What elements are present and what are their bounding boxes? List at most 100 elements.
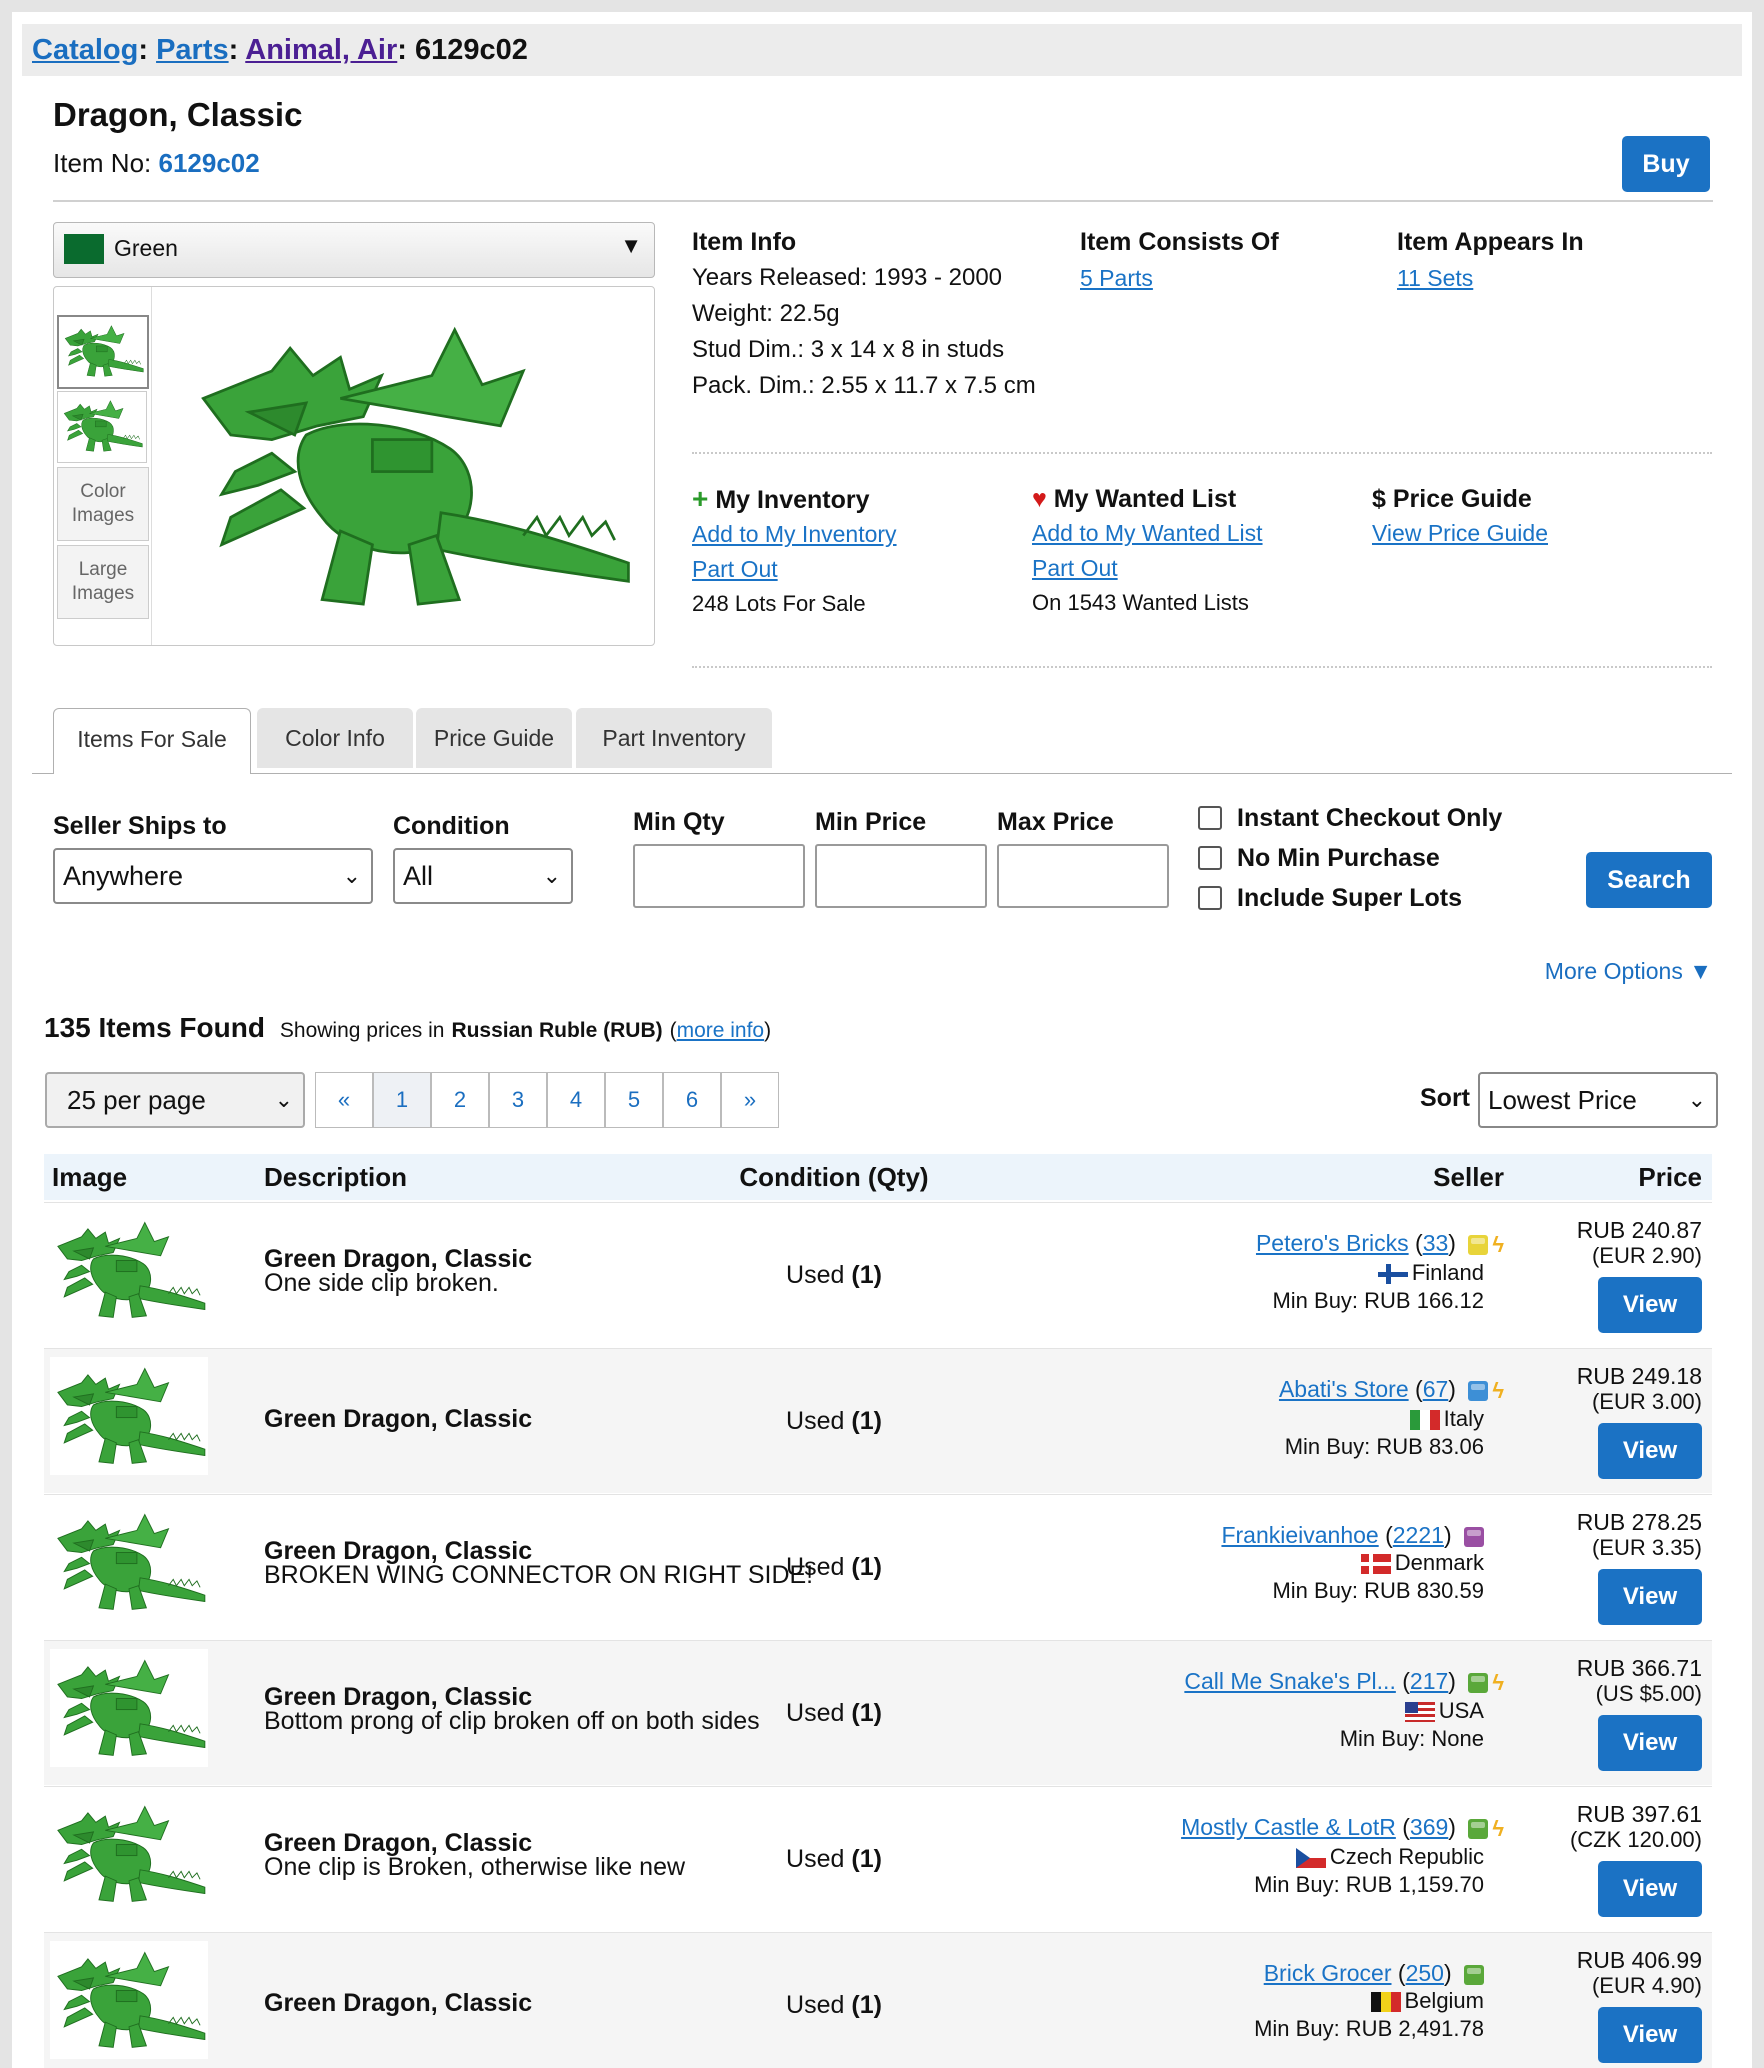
add-to-inventory-link[interactable]: Add to My Inventory (692, 521, 897, 547)
row-item-image[interactable] (50, 1357, 208, 1475)
seller-name-link[interactable]: Abati's Store (1279, 1376, 1409, 1402)
tab-price-guide[interactable]: Price Guide (416, 708, 572, 768)
title-divider (53, 200, 1713, 202)
seller-feedback-link[interactable]: 369 (1410, 1814, 1448, 1840)
view-button[interactable]: View (1598, 1715, 1702, 1771)
page: Catalog: Parts: Animal, Air: 6129c02 Dra… (12, 12, 1752, 2068)
sort-select[interactable]: Lowest Price ⌄ (1478, 1072, 1718, 1128)
breadcrumb-parts-link[interactable]: Parts (156, 34, 229, 66)
row-description: Green Dragon, Classic Bottom prong of cl… (264, 1685, 760, 1734)
dollar-icon: $ (1372, 485, 1386, 513)
seller-feedback-link[interactable]: 250 (1406, 1960, 1444, 1986)
appears-link[interactable]: 11 Sets (1397, 265, 1473, 291)
store-cube-icon (1464, 1526, 1484, 1547)
per-page-select[interactable]: 25 per page ⌄ (45, 1072, 305, 1128)
seller-feedback-link[interactable]: 33 (1423, 1230, 1449, 1256)
row-price: RUB 366.71 (US $5.00) (1577, 1655, 1702, 1707)
seller-name-link[interactable]: Petero's Bricks (1256, 1230, 1409, 1256)
row-price-rub: RUB 406.99 (1576, 1947, 1702, 1973)
ships-to-select[interactable]: Anywhere ⌄ (53, 848, 373, 904)
seller-min-buy: Min Buy: RUB 2,491.78 (1254, 2016, 1484, 2041)
page-first[interactable]: « (315, 1072, 373, 1128)
tab-bar-line (32, 773, 1732, 774)
page-4[interactable]: 4 (547, 1072, 605, 1128)
table-row: Green Dragon, Classic BROKEN WING CONNEC… (44, 1494, 1712, 1639)
row-price: RUB 406.99 (EUR 4.90) (1577, 1947, 1702, 1999)
row-price-rub: RUB 278.25 (1576, 1509, 1702, 1535)
consists-link[interactable]: 5 Parts (1080, 265, 1153, 291)
page-last[interactable]: » (721, 1072, 779, 1128)
row-price-rub: RUB 249.18 (1576, 1363, 1702, 1389)
page-1[interactable]: 1 (373, 1072, 431, 1128)
table-row: Green Dragon, Classic Bottom prong of cl… (44, 1640, 1712, 1785)
page-6[interactable]: 6 (663, 1072, 721, 1128)
appears-title: Item Appears In (1397, 228, 1584, 256)
row-description: Green Dragon, Classic (264, 1407, 532, 1432)
store-cube-icon (1468, 1380, 1489, 1401)
seller-name-link[interactable]: Call Me Snake's Pl... (1184, 1668, 1395, 1694)
seller-name-link[interactable]: Frankieivanhoe (1221, 1522, 1378, 1548)
breadcrumb-catalog-link[interactable]: Catalog (32, 34, 138, 66)
row-item-image[interactable] (50, 1649, 208, 1767)
view-button[interactable]: View (1598, 1277, 1702, 1333)
tab-color-info[interactable]: Color Info (257, 708, 413, 768)
page-2[interactable]: 2 (431, 1072, 489, 1128)
row-seller: Brick Grocer (250) Belgium Min Buy: RUB … (1254, 1960, 1484, 2041)
buy-button[interactable]: Buy (1622, 136, 1710, 192)
seller-country: Belgium (1404, 1988, 1484, 2013)
tab-part-inventory[interactable]: Part Inventory (576, 708, 772, 768)
large-images-button[interactable]: Large Images (57, 545, 149, 619)
pack-dimensions: Pack. Dim.: 2.55 x 11.7 x 7.5 cm (692, 372, 1036, 399)
thumbnail-1[interactable] (57, 315, 149, 389)
chevron-down-icon: ▼ (620, 233, 642, 258)
seller-feedback-link[interactable]: 67 (1423, 1376, 1449, 1402)
flag-be-icon (1370, 1992, 1401, 2013)
wanted-part-out-link[interactable]: Part Out (1032, 555, 1118, 581)
no-min-purchase-checkbox[interactable] (1198, 846, 1222, 870)
row-seller: Mostly Castle & LotR (369) ϟ Czech Repub… (1181, 1814, 1504, 1897)
seller-name-link[interactable]: Mostly Castle & LotR (1181, 1814, 1396, 1840)
row-condition: Used (1) (704, 1407, 964, 1436)
view-button[interactable]: View (1598, 1569, 1702, 1625)
lightning-icon: ϟ (1492, 1815, 1504, 1841)
item-appears: Item Appears In 11 Sets (1397, 224, 1584, 296)
row-item-image[interactable] (50, 1503, 208, 1621)
color-images-button[interactable]: Color Images (57, 467, 149, 541)
row-item-image[interactable] (50, 1795, 208, 1913)
seller-country: USA (1438, 1697, 1484, 1723)
add-to-wanted-link[interactable]: Add to My Wanted List (1032, 520, 1263, 546)
row-condition-value: Used (786, 1699, 845, 1727)
inventory-part-out-link[interactable]: Part Out (692, 556, 778, 582)
store-cube-icon (1468, 1818, 1489, 1839)
chevron-down-icon: ⌄ (274, 1087, 293, 1112)
page-5[interactable]: 5 (605, 1072, 663, 1128)
seller-feedback-link[interactable]: 2221 (1393, 1522, 1444, 1548)
seller-country: Czech Republic (1329, 1843, 1484, 1869)
condition-select[interactable]: All ⌄ (393, 848, 573, 904)
chevron-down-icon: ⌄ (542, 863, 561, 888)
seller-feedback-link[interactable]: 217 (1410, 1668, 1448, 1694)
page-3[interactable]: 3 (489, 1072, 547, 1128)
instant-checkout-checkbox[interactable] (1198, 806, 1222, 830)
min-price-input[interactable] (815, 844, 987, 908)
color-select[interactable]: Green ▼ (53, 222, 655, 278)
per-page-value: 25 per page (67, 1085, 206, 1115)
seller-name-link[interactable]: Brick Grocer (1264, 1960, 1392, 1986)
tab-items-for-sale[interactable]: Items For Sale (53, 708, 251, 774)
max-price-input[interactable] (997, 844, 1169, 908)
view-button[interactable]: View (1598, 2007, 1702, 2063)
view-button[interactable]: View (1598, 1861, 1702, 1917)
view-button[interactable]: View (1598, 1423, 1702, 1479)
row-price-original: (EUR 3.00) (1591, 1389, 1702, 1414)
breadcrumb-item-id: 6129c02 (414, 34, 528, 66)
super-lots-checkbox[interactable] (1198, 886, 1222, 910)
more-options-link[interactable]: More Options ▼ (1545, 958, 1712, 985)
search-button[interactable]: Search (1586, 852, 1712, 908)
thumbnail-2[interactable] (57, 391, 147, 463)
breadcrumb-category-link[interactable]: Animal, Air (245, 34, 397, 66)
row-item-image[interactable] (50, 1211, 208, 1329)
row-item-image[interactable] (50, 1941, 208, 2059)
min-qty-input[interactable] (633, 844, 805, 908)
view-price-guide-link[interactable]: View Price Guide (1372, 520, 1548, 546)
more-info-link[interactable]: more info (677, 1019, 765, 1042)
